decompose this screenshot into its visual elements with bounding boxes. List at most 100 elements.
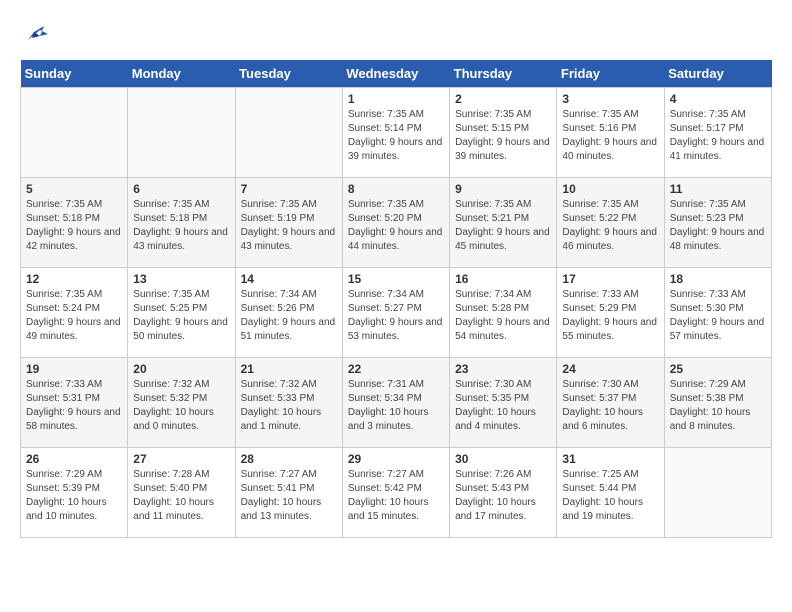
day-info: Sunrise: 7:35 AM Sunset: 5:20 PM Dayligh… xyxy=(348,198,444,254)
calendar-cell: 18Sunrise: 7:33 AM Sunset: 5:30 PM Dayli… xyxy=(664,268,771,358)
weekday-header-monday: Monday xyxy=(128,60,235,88)
day-number: 9 xyxy=(455,182,551,196)
day-info: Sunrise: 7:33 AM Sunset: 5:31 PM Dayligh… xyxy=(26,378,122,434)
day-info: Sunrise: 7:35 AM Sunset: 5:24 PM Dayligh… xyxy=(26,288,122,344)
calendar-cell: 5 Sunrise: 7:35 AM Sunset: 5:18 PM Daylig… xyxy=(21,178,128,268)
day-number: 13 xyxy=(133,272,229,286)
weekday-header-tuesday: Tuesday xyxy=(235,60,342,88)
weekday-header-saturday: Saturday xyxy=(664,60,771,88)
calendar-cell: 9 Sunrise: 7:35 AM Sunset: 5:21 PM Daylig… xyxy=(450,178,557,268)
day-info: Sunrise: 7:35 AM Sunset: 5:25 PM Dayligh… xyxy=(133,288,229,344)
day-info: Sunrise: 7:29 AM Sunset: 5:39 PM Dayligh… xyxy=(26,468,122,524)
day-number: 16 xyxy=(455,272,551,286)
calendar-cell: 30Sunrise: 7:26 AM Sunset: 5:43 PM Dayli… xyxy=(450,448,557,538)
calendar-cell: 28 Sunrise: 7:27 AM Sunset: 5:41 PM Dayli… xyxy=(235,448,342,538)
calendar-cell: 29 Sunrise: 7:27 AM Sunset: 5:42 PM Dayli… xyxy=(342,448,449,538)
calendar-cell: 2 Sunrise: 7:35 AM Sunset: 5:15 PM Daylig… xyxy=(450,88,557,178)
day-info: Sunrise: 7:35 AM Sunset: 5:17 PM Dayligh… xyxy=(670,108,766,164)
day-info: Sunrise: 7:35 AM Sunset: 5:18 PM Dayligh… xyxy=(26,198,122,254)
day-info: Sunrise: 7:33 AM Sunset: 5:30 PM Dayligh… xyxy=(670,288,766,344)
calendar-cell xyxy=(235,88,342,178)
day-number: 23 xyxy=(455,362,551,376)
calendar-cell: 7 Sunrise: 7:35 AM Sunset: 5:19 PM Daylig… xyxy=(235,178,342,268)
day-number: 26 xyxy=(26,452,122,466)
day-number: 8 xyxy=(348,182,444,196)
calendar-cell: 15Sunrise: 7:34 AM Sunset: 5:27 PM Dayli… xyxy=(342,268,449,358)
day-number: 17 xyxy=(562,272,658,286)
calendar-cell: 21 Sunrise: 7:32 AM Sunset: 5:33 PM Dayli… xyxy=(235,358,342,448)
day-info: Sunrise: 7:28 AM Sunset: 5:40 PM Dayligh… xyxy=(133,468,229,524)
calendar-table: SundayMondayTuesdayWednesdayThursdayFrid… xyxy=(20,60,772,538)
calendar-cell: 23 Sunrise: 7:30 AM Sunset: 5:35 PM Dayli… xyxy=(450,358,557,448)
day-number: 21 xyxy=(241,362,337,376)
calendar-cell: 8 Sunrise: 7:35 AM Sunset: 5:20 PM Daylig… xyxy=(342,178,449,268)
day-info: Sunrise: 7:32 AM Sunset: 5:33 PM Dayligh… xyxy=(241,378,337,434)
day-number: 30 xyxy=(455,452,551,466)
day-number: 19 xyxy=(26,362,122,376)
day-info: Sunrise: 7:35 AM Sunset: 5:22 PM Dayligh… xyxy=(562,198,658,254)
day-info: Sunrise: 7:35 AM Sunset: 5:19 PM Dayligh… xyxy=(241,198,337,254)
day-info: Sunrise: 7:34 AM Sunset: 5:27 PM Dayligh… xyxy=(348,288,444,344)
calendar-cell: 24Sunrise: 7:30 AM Sunset: 5:37 PM Dayli… xyxy=(557,358,664,448)
calendar-cell: 4Sunrise: 7:35 AM Sunset: 5:17 PM Daylig… xyxy=(664,88,771,178)
day-info: Sunrise: 7:35 AM Sunset: 5:23 PM Dayligh… xyxy=(670,198,766,254)
day-info: Sunrise: 7:34 AM Sunset: 5:28 PM Dayligh… xyxy=(455,288,551,344)
week-row-2: 5 Sunrise: 7:35 AM Sunset: 5:18 PM Daylig… xyxy=(21,178,772,268)
week-row-5: 26 Sunrise: 7:29 AM Sunset: 5:39 PM Dayli… xyxy=(21,448,772,538)
calendar-cell: 14Sunrise: 7:34 AM Sunset: 5:26 PM Dayli… xyxy=(235,268,342,358)
logo xyxy=(20,20,54,50)
logo-icon xyxy=(20,20,50,50)
day-number: 12 xyxy=(26,272,122,286)
day-info: Sunrise: 7:33 AM Sunset: 5:29 PM Dayligh… xyxy=(562,288,658,344)
day-number: 14 xyxy=(241,272,337,286)
calendar-cell xyxy=(21,88,128,178)
calendar-cell: 13 Sunrise: 7:35 AM Sunset: 5:25 PM Dayli… xyxy=(128,268,235,358)
calendar-cell: 25Sunrise: 7:29 AM Sunset: 5:38 PM Dayli… xyxy=(664,358,771,448)
calendar-cell: 20Sunrise: 7:32 AM Sunset: 5:32 PM Dayli… xyxy=(128,358,235,448)
calendar-cell: 12 Sunrise: 7:35 AM Sunset: 5:24 PM Dayli… xyxy=(21,268,128,358)
calendar-cell xyxy=(664,448,771,538)
day-number: 5 xyxy=(26,182,122,196)
week-row-1: 1 Sunrise: 7:35 AM Sunset: 5:14 PM Daylig… xyxy=(21,88,772,178)
weekday-header-friday: Friday xyxy=(557,60,664,88)
weekday-header-thursday: Thursday xyxy=(450,60,557,88)
day-number: 10 xyxy=(562,182,658,196)
day-number: 7 xyxy=(241,182,337,196)
day-info: Sunrise: 7:35 AM Sunset: 5:15 PM Dayligh… xyxy=(455,108,551,164)
week-row-4: 19 Sunrise: 7:33 AM Sunset: 5:31 PM Dayli… xyxy=(21,358,772,448)
day-number: 1 xyxy=(348,92,444,106)
calendar-cell: 19 Sunrise: 7:33 AM Sunset: 5:31 PM Dayli… xyxy=(21,358,128,448)
calendar-cell: 31 Sunrise: 7:25 AM Sunset: 5:44 PM Dayli… xyxy=(557,448,664,538)
calendar-cell: 10 Sunrise: 7:35 AM Sunset: 5:22 PM Dayli… xyxy=(557,178,664,268)
day-number: 6 xyxy=(133,182,229,196)
day-number: 28 xyxy=(241,452,337,466)
calendar-cell: 16 Sunrise: 7:34 AM Sunset: 5:28 PM Dayli… xyxy=(450,268,557,358)
day-info: Sunrise: 7:27 AM Sunset: 5:41 PM Dayligh… xyxy=(241,468,337,524)
day-number: 3 xyxy=(562,92,658,106)
day-info: Sunrise: 7:35 AM Sunset: 5:16 PM Dayligh… xyxy=(562,108,658,164)
day-number: 29 xyxy=(348,452,444,466)
day-info: Sunrise: 7:32 AM Sunset: 5:32 PM Dayligh… xyxy=(133,378,229,434)
day-number: 2 xyxy=(455,92,551,106)
day-info: Sunrise: 7:35 AM Sunset: 5:14 PM Dayligh… xyxy=(348,108,444,164)
day-number: 27 xyxy=(133,452,229,466)
day-info: Sunrise: 7:35 AM Sunset: 5:21 PM Dayligh… xyxy=(455,198,551,254)
day-info: Sunrise: 7:31 AM Sunset: 5:34 PM Dayligh… xyxy=(348,378,444,434)
day-info: Sunrise: 7:25 AM Sunset: 5:44 PM Dayligh… xyxy=(562,468,658,524)
weekday-header-wednesday: Wednesday xyxy=(342,60,449,88)
day-number: 31 xyxy=(562,452,658,466)
day-info: Sunrise: 7:35 AM Sunset: 5:18 PM Dayligh… xyxy=(133,198,229,254)
calendar-cell: 6 Sunrise: 7:35 AM Sunset: 5:18 PM Daylig… xyxy=(128,178,235,268)
weekday-header-sunday: Sunday xyxy=(21,60,128,88)
week-row-3: 12 Sunrise: 7:35 AM Sunset: 5:24 PM Dayli… xyxy=(21,268,772,358)
calendar-cell xyxy=(128,88,235,178)
calendar-cell: 3 Sunrise: 7:35 AM Sunset: 5:16 PM Daylig… xyxy=(557,88,664,178)
day-number: 24 xyxy=(562,362,658,376)
calendar-cell: 27 Sunrise: 7:28 AM Sunset: 5:40 PM Dayli… xyxy=(128,448,235,538)
day-info: Sunrise: 7:30 AM Sunset: 5:35 PM Dayligh… xyxy=(455,378,551,434)
page-header xyxy=(20,20,772,50)
calendar-cell: 22Sunrise: 7:31 AM Sunset: 5:34 PM Dayli… xyxy=(342,358,449,448)
day-info: Sunrise: 7:27 AM Sunset: 5:42 PM Dayligh… xyxy=(348,468,444,524)
calendar-cell: 26 Sunrise: 7:29 AM Sunset: 5:39 PM Dayli… xyxy=(21,448,128,538)
calendar-cell: 1 Sunrise: 7:35 AM Sunset: 5:14 PM Daylig… xyxy=(342,88,449,178)
